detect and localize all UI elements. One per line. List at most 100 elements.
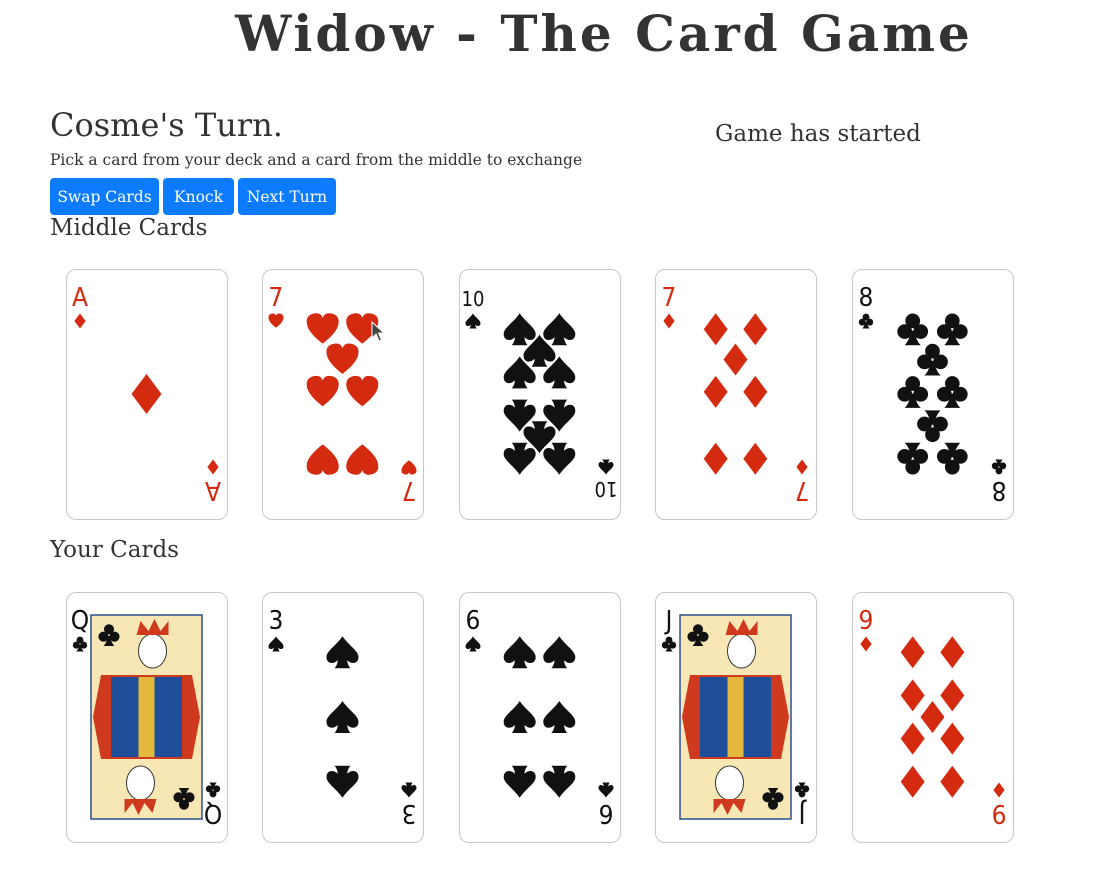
hearts-suit-icon [326,343,359,374]
spades-suit-icon [465,636,481,652]
card-7-of-diamonds[interactable]: 77 [655,269,817,520]
diamonds-suit-icon [920,701,945,733]
diamonds-suit-icon [723,343,748,376]
card-diamonds-face: 99 [859,606,1007,828]
clubs-suit-icon [794,782,810,798]
diamonds-suit-icon [940,722,965,755]
swap-cards-button[interactable]: Swap Cards [50,178,159,215]
card-6-of-spades[interactable]: 66 [459,592,621,843]
card-j-of-clubs[interactable]: JJ [655,592,817,843]
diamonds-suit-icon [703,313,728,346]
hearts-suit-icon [306,444,339,475]
card-spades-face: 66 [465,606,614,828]
card-rank-label: 3 [402,798,417,828]
card-rank-label: Q [71,606,89,636]
diamonds-suit-icon [940,679,965,712]
clubs-suit-icon [897,442,929,475]
face-card-portrait [90,614,203,820]
card-rank-label: 7 [795,475,810,505]
card-3-of-spades[interactable]: 33 [262,592,424,843]
clubs-suit-icon [897,313,929,346]
card-hearts-face: 77 [268,283,417,505]
spades-suit-icon [543,442,576,475]
clubs-suit-icon [72,636,88,652]
knock-button[interactable]: Knock [163,178,234,215]
spades-suit-icon [503,765,536,798]
middle-cards-heading: Middle Cards [50,215,208,241]
card-7-of-hearts[interactable]: 77 [262,269,424,520]
card-clubs-face: JJ [661,606,810,828]
card-rank-label: A [205,475,221,505]
card-clubs-face: 88 [858,283,1007,505]
spades-suit-icon [543,313,576,346]
mouse-cursor-icon [371,321,385,342]
card-rank-label: 7 [662,283,677,313]
spades-suit-icon [543,765,576,798]
clubs-suit-icon [936,442,968,475]
hearts-suit-icon [268,313,284,328]
spades-suit-icon [401,782,417,798]
spades-suit-icon [465,313,481,329]
card-rank-label: J [664,606,673,636]
clubs-suit-icon [858,313,874,329]
diamonds-suit-icon [940,765,965,798]
card-diamonds-face: AA [72,283,221,505]
spades-suit-icon [503,636,536,669]
spades-suit-icon [326,701,359,733]
hearts-suit-icon [346,375,379,407]
diamonds-suit-icon [131,374,162,414]
card-rank-label: A [72,283,88,313]
card-rank-label: 10 [462,287,485,311]
card-9-of-diamonds[interactable]: 99 [852,592,1014,843]
face-card-portrait [679,614,792,820]
clubs-suit-icon [917,410,948,443]
card-rank-label: 7 [402,475,417,505]
diamonds-suit-icon [993,782,1005,798]
diamonds-suit-icon [860,636,872,652]
card-spades-face: 10 10 [462,287,618,501]
card-rank-label: 8 [992,475,1007,505]
hearts-suit-icon [306,375,339,407]
hearts-suit-icon [346,444,379,475]
your-cards-heading: Your Cards [50,537,179,563]
action-buttons: Swap Cards Knock Next Turn [50,178,336,215]
card-rank-label: 3 [269,606,284,636]
card-rank-label: Q [204,798,222,828]
page-title: Widow - The Card Game [235,4,973,63]
spades-suit-icon [503,442,536,475]
diamonds-suit-icon [940,636,965,669]
diamonds-suit-icon [663,313,675,329]
next-turn-button[interactable]: Next Turn [238,178,336,215]
card-a-of-diamonds[interactable]: AA [66,269,228,520]
card-rank-label: 6 [599,798,614,828]
diamonds-suit-icon [743,442,768,475]
spades-suit-icon [326,765,359,798]
spades-suit-icon [543,701,576,733]
card-10-of-spades[interactable]: 10 10 [459,269,621,520]
diamonds-suit-icon [703,442,728,475]
card-8-of-clubs[interactable]: 88 [852,269,1014,520]
clubs-suit-icon [991,459,1007,475]
turn-instruction: Pick a card from your deck and a card fr… [50,151,583,169]
diamonds-suit-icon [74,313,86,329]
spades-suit-icon [326,636,359,669]
card-diamonds-face: 77 [662,283,810,505]
clubs-suit-icon [936,313,968,346]
card-rank-label: 7 [269,283,284,313]
card-rank-label: 9 [992,798,1007,828]
card-spades-face: 33 [268,606,417,828]
diamonds-suit-icon [900,765,925,798]
card-rank-label: J [799,798,808,828]
card-q-of-clubs[interactable]: QQ [66,592,228,843]
diamonds-suit-icon [703,375,728,408]
spades-suit-icon [543,636,576,669]
hearts-suit-icon [401,460,417,475]
clubs-suit-icon [205,782,221,798]
game-status: Game has started [715,121,921,147]
card-rank-label: 9 [859,606,874,636]
clubs-suit-icon [661,636,677,652]
card-rank-label: 10 [595,477,618,501]
clubs-suit-icon [936,376,968,408]
diamonds-suit-icon [900,722,925,755]
card-rank-label: 8 [859,283,874,313]
